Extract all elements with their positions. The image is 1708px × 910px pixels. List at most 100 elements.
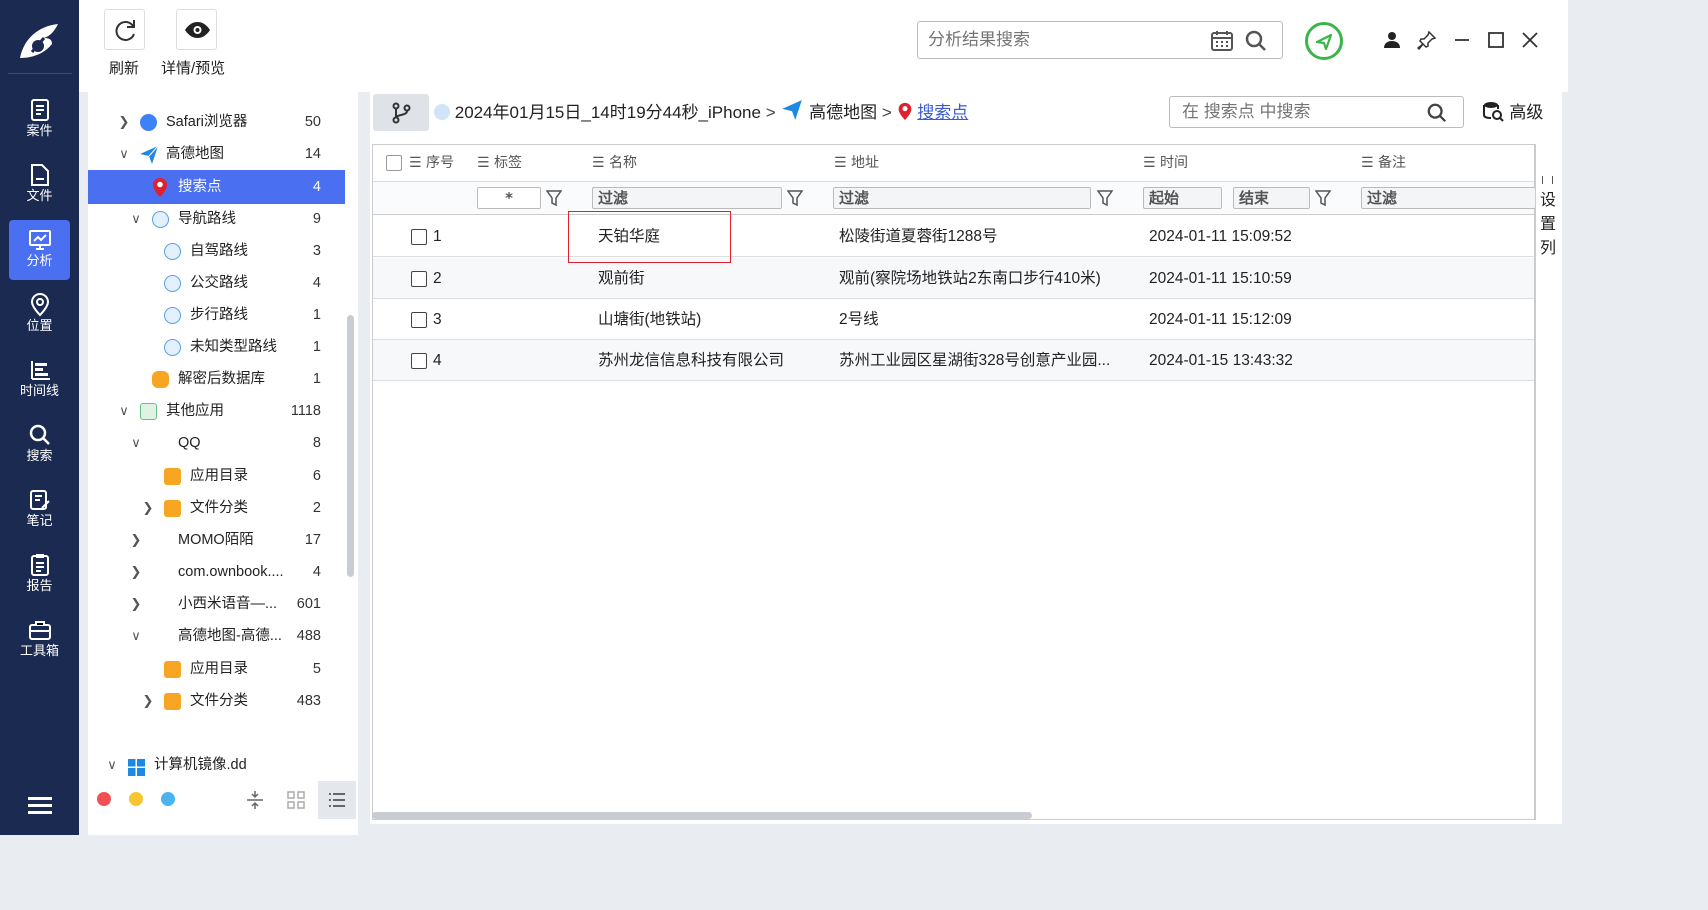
nav-item-report[interactable]: 报告: [9, 545, 70, 605]
chevron-right-icon[interactable]: ❯: [129, 525, 143, 555]
table-search-input[interactable]: [1182, 102, 1422, 122]
breadcrumb-app[interactable]: 高德地图: [809, 103, 877, 122]
chevron-down-icon[interactable]: ∨: [105, 750, 119, 780]
chevron-right-icon[interactable]: ❯: [141, 686, 155, 716]
filter-icon[interactable]: [546, 189, 562, 207]
minimize-icon[interactable]: [1452, 30, 1472, 50]
chevron-down-icon[interactable]: ∨: [129, 621, 143, 651]
nav-item-toolbox[interactable]: 工具箱: [9, 610, 70, 670]
cell-address: 松陵街道夏蓉街1288号: [839, 228, 998, 245]
calendar-icon[interactable]: [1210, 29, 1234, 53]
tree-item-amap[interactable]: ∨ 高德地图 14: [88, 139, 345, 169]
global-search-input[interactable]: [928, 30, 1198, 50]
column-header-note[interactable]: ☰ 备注: [1361, 145, 1406, 182]
column-header-tag[interactable]: ☰ 标签: [477, 145, 522, 182]
tree-item-momo[interactable]: ❯ MOMO陌陌 17: [88, 525, 345, 555]
grid-view-icon[interactable]: [287, 791, 305, 809]
nav-item-timeline[interactable]: 时间线: [9, 350, 70, 410]
search-icon: [29, 424, 50, 445]
tree-item-app-directory[interactable]: 应用目录 6: [88, 461, 345, 491]
tree-item-ownbook[interactable]: ❯ com.ownbook.... 4: [88, 557, 345, 587]
column-settings-button[interactable]: 设置列: [1535, 144, 1559, 820]
chevron-down-icon[interactable]: ∨: [129, 428, 143, 458]
chevron-right-icon[interactable]: ❯: [129, 589, 143, 619]
chevron-right-icon[interactable]: ❯: [141, 493, 155, 523]
tree-item-disk-image[interactable]: ∨ 计算机镜像.dd: [88, 750, 345, 780]
select-all-checkbox[interactable]: [386, 155, 402, 171]
table-row[interactable]: 4 苏州龙信信息科技有限公司 苏州工业园区星湖街328号创意产业园... 202…: [373, 340, 1534, 381]
column-menu-icon: ☰: [1361, 155, 1374, 171]
tree-item-decrypted-db[interactable]: 解密后数据库 1: [88, 364, 345, 394]
chevron-down-icon[interactable]: ∨: [117, 139, 131, 169]
user-icon[interactable]: [1382, 30, 1402, 50]
breadcrumb-device[interactable]: 2024年01月15日_14时19分44秒_iPhone: [455, 103, 761, 122]
filter-icon[interactable]: [1097, 189, 1113, 207]
list-view-button[interactable]: [318, 781, 356, 819]
collapse-icon[interactable]: [245, 790, 265, 810]
nav-item-location[interactable]: 位置: [9, 285, 70, 345]
tree-item-other-apps[interactable]: ∨ 其他应用 1118: [88, 396, 345, 426]
tag-filter-input[interactable]: *: [477, 187, 541, 209]
nav-item-file[interactable]: 文件: [9, 155, 70, 215]
tree-item-amap-app[interactable]: ∨ 高德地图-高德... 488: [88, 621, 345, 651]
details-preview-button[interactable]: [176, 9, 217, 50]
column-header-address[interactable]: ☰ 地址: [834, 145, 879, 182]
column-settings-handle-icon: [1542, 176, 1553, 184]
tree-item-nav-routes[interactable]: ∨ 导航路线 9: [88, 204, 345, 234]
breadcrumb-current[interactable]: 搜索点: [917, 103, 968, 122]
database-icon: [152, 371, 169, 388]
tree-item-xiaoximi[interactable]: ❯ 小西米语音—... 601: [88, 589, 345, 619]
table-row[interactable]: 2 观前街 观前(察院场地铁站2东南口步行410米) 2024-01-11 15…: [373, 258, 1534, 299]
pin-icon[interactable]: [1417, 30, 1437, 50]
branch-toggle-button[interactable]: [373, 94, 429, 131]
blue-filter-dot[interactable]: [161, 792, 175, 806]
red-filter-dot[interactable]: [97, 792, 111, 806]
nav-item-analysis[interactable]: 分析: [9, 220, 70, 280]
refresh-button[interactable]: [104, 9, 145, 50]
chevron-down-icon[interactable]: ∨: [117, 396, 131, 426]
tree-item-bus-routes[interactable]: 公交路线 4: [88, 268, 345, 298]
search-icon[interactable]: [1244, 29, 1268, 53]
advanced-search-button[interactable]: 高级: [1482, 100, 1543, 126]
row-checkbox[interactable]: [411, 271, 427, 287]
time-start-filter-input[interactable]: 起始: [1143, 187, 1222, 209]
address-filter-input[interactable]: 过滤: [833, 187, 1091, 209]
tree-item-file-category[interactable]: ❯ 文件分类 483: [88, 686, 345, 716]
tree-scrollbar[interactable]: [347, 315, 354, 577]
tree-item-walk-routes[interactable]: 步行路线 1: [88, 300, 345, 330]
name-filter-input[interactable]: 过滤: [592, 187, 782, 209]
nav-item-search[interactable]: 搜索: [9, 415, 70, 475]
row-checkbox[interactable]: [411, 312, 427, 328]
column-header-name[interactable]: ☰ 名称: [592, 145, 637, 182]
row-checkbox[interactable]: [411, 229, 427, 245]
tree-item-count: 601: [296, 596, 321, 612]
row-checkbox[interactable]: [411, 353, 427, 369]
tree-item-search-points[interactable]: 搜索点 4: [88, 170, 345, 204]
note-filter-input[interactable]: 过滤: [1361, 187, 1536, 209]
close-icon[interactable]: [1520, 30, 1540, 50]
search-icon[interactable]: [1426, 102, 1448, 124]
tree-item-app-directory[interactable]: 应用目录 5: [88, 654, 345, 684]
column-header-index[interactable]: ☰ 序号: [409, 145, 454, 182]
filter-icon[interactable]: [1315, 189, 1331, 207]
status-indicator-icon[interactable]: [1305, 22, 1343, 60]
tree-item-file-category[interactable]: ❯ 文件分类 2: [88, 493, 345, 523]
chevron-right-icon[interactable]: ❯: [117, 107, 131, 137]
nav-item-case[interactable]: 案件: [9, 90, 70, 150]
chevron-right-icon[interactable]: ❯: [129, 557, 143, 587]
column-header-time[interactable]: ☰ 时间: [1143, 145, 1188, 182]
tree-item-drive-routes[interactable]: 自驾路线 3: [88, 236, 345, 266]
time-end-filter-input[interactable]: 结束: [1233, 187, 1310, 209]
tree-item-unknown-routes[interactable]: 未知类型路线 1: [88, 332, 345, 362]
maximize-icon[interactable]: [1486, 30, 1506, 50]
hamburger-menu-icon[interactable]: [28, 797, 52, 818]
tree-item-safari[interactable]: ❯ Safari浏览器 50: [88, 107, 345, 137]
horizontal-scrollbar[interactable]: [372, 812, 1032, 819]
chevron-down-icon[interactable]: ∨: [129, 204, 143, 234]
table-row[interactable]: 1 天铂华庭 松陵街道夏蓉街1288号 2024-01-11 15:09:52: [373, 216, 1534, 257]
nav-item-notes[interactable]: 笔记: [9, 480, 70, 540]
filter-icon[interactable]: [787, 189, 803, 207]
tree-item-qq[interactable]: ∨ QQ 8: [88, 428, 345, 458]
yellow-filter-dot[interactable]: [129, 792, 143, 806]
table-row[interactable]: 3 山塘街(地铁站) 2号线 2024-01-11 15:12:09: [373, 299, 1534, 340]
